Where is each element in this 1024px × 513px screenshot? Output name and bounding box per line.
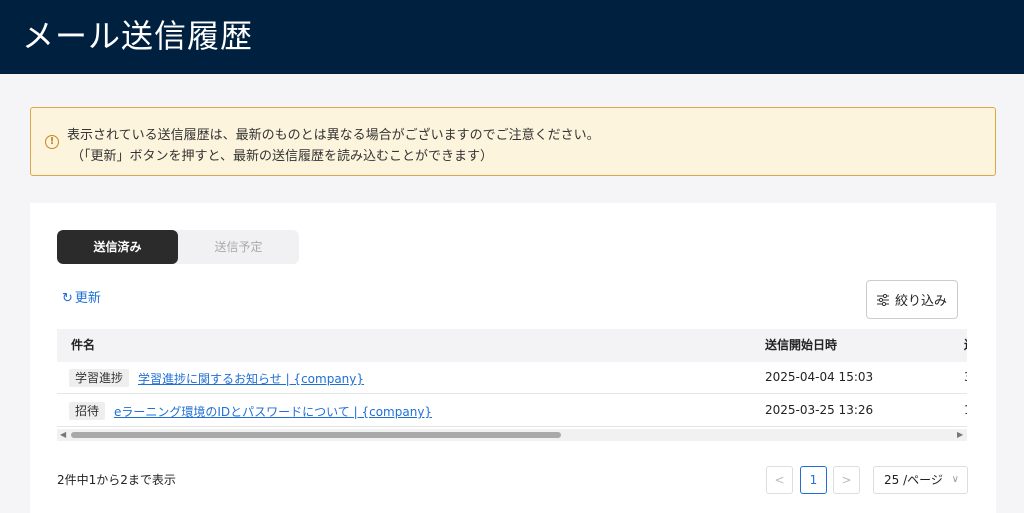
category-tag: 招待 — [69, 402, 106, 420]
next-page-button[interactable]: > — [833, 466, 860, 494]
prev-page-button[interactable]: < — [766, 466, 793, 494]
alert-message-line2: （「更新」ボタンを押すと、最新の送信履歴を読み込むことができます） — [71, 149, 493, 164]
category-tag: 学習進捗 — [69, 369, 130, 387]
horizontal-scrollbar[interactable]: ◀ ▶ — [57, 429, 967, 441]
table-header: 件名 送信開始日時 送 — [57, 329, 967, 362]
result-count: 2件中1から2まで表示 — [57, 473, 176, 487]
send-date: 2025-04-04 15:03 — [765, 370, 874, 384]
page-1-button[interactable]: 1 — [800, 466, 827, 494]
column-header-send-start[interactable]: 送信開始日時 — [765, 329, 837, 362]
page-title: メール送信履歴 — [22, 17, 254, 55]
warning-icon: ! — [45, 135, 59, 149]
table-row: 学習進捗 学習進捗に関するお知らせ | {company} 2025-04-04… — [57, 362, 967, 394]
column-header-next[interactable]: 送 — [964, 329, 967, 362]
subject-link[interactable]: 学習進捗に関するお知らせ | {company} — [138, 370, 364, 387]
page-size-select[interactable]: 25 /ページ ∨ — [873, 466, 968, 494]
chevron-down-icon: ∨ — [951, 474, 959, 485]
filter-button[interactable]: 絞り込み — [866, 280, 958, 319]
refresh-icon: ↻ — [62, 291, 73, 306]
page-header: メール送信履歴 — [0, 0, 1024, 74]
scroll-left-icon[interactable]: ◀ — [60, 430, 66, 440]
send-date: 2025-03-25 13:26 — [765, 403, 874, 417]
warning-alert: ! 表示されている送信履歴は、最新のものとは異なる場合がございますのでご注意くだ… — [30, 107, 996, 176]
column-header-subject[interactable]: 件名 — [71, 329, 95, 362]
status-tabs: 送信済み 送信予定 — [57, 230, 299, 264]
tab-scheduled[interactable]: 送信予定 — [178, 230, 299, 264]
refresh-label: 更新 — [74, 291, 101, 306]
table-row: 招待 eラーニング環境のIDとパスワードについて | {company} 202… — [57, 395, 967, 427]
history-card: 送信済み 送信予定 ↻更新 絞り込み 件名 送信開始日時 送 学習進捗 学習進捗… — [30, 203, 996, 513]
page-size-value: 25 /ページ — [884, 473, 943, 487]
row-extra-value: 3 — [964, 370, 967, 384]
tab-sent[interactable]: 送信済み — [57, 230, 178, 264]
filter-sliders-icon — [876, 293, 889, 306]
scroll-right-icon[interactable]: ▶ — [957, 430, 963, 440]
filter-label: 絞り込み — [894, 294, 947, 309]
history-table: 件名 送信開始日時 送 学習進捗 学習進捗に関するお知らせ | {company… — [57, 329, 967, 441]
scroll-thumb[interactable] — [71, 432, 561, 438]
row-extra-value: 1 — [964, 403, 967, 417]
alert-message-line1: 表示されている送信履歴は、最新のものとは異なる場合がございますのでご注意ください… — [67, 128, 600, 143]
subject-link[interactable]: eラーニング環境のIDとパスワードについて | {company} — [114, 403, 432, 420]
refresh-button[interactable]: ↻ 更新 — [62, 287, 101, 306]
